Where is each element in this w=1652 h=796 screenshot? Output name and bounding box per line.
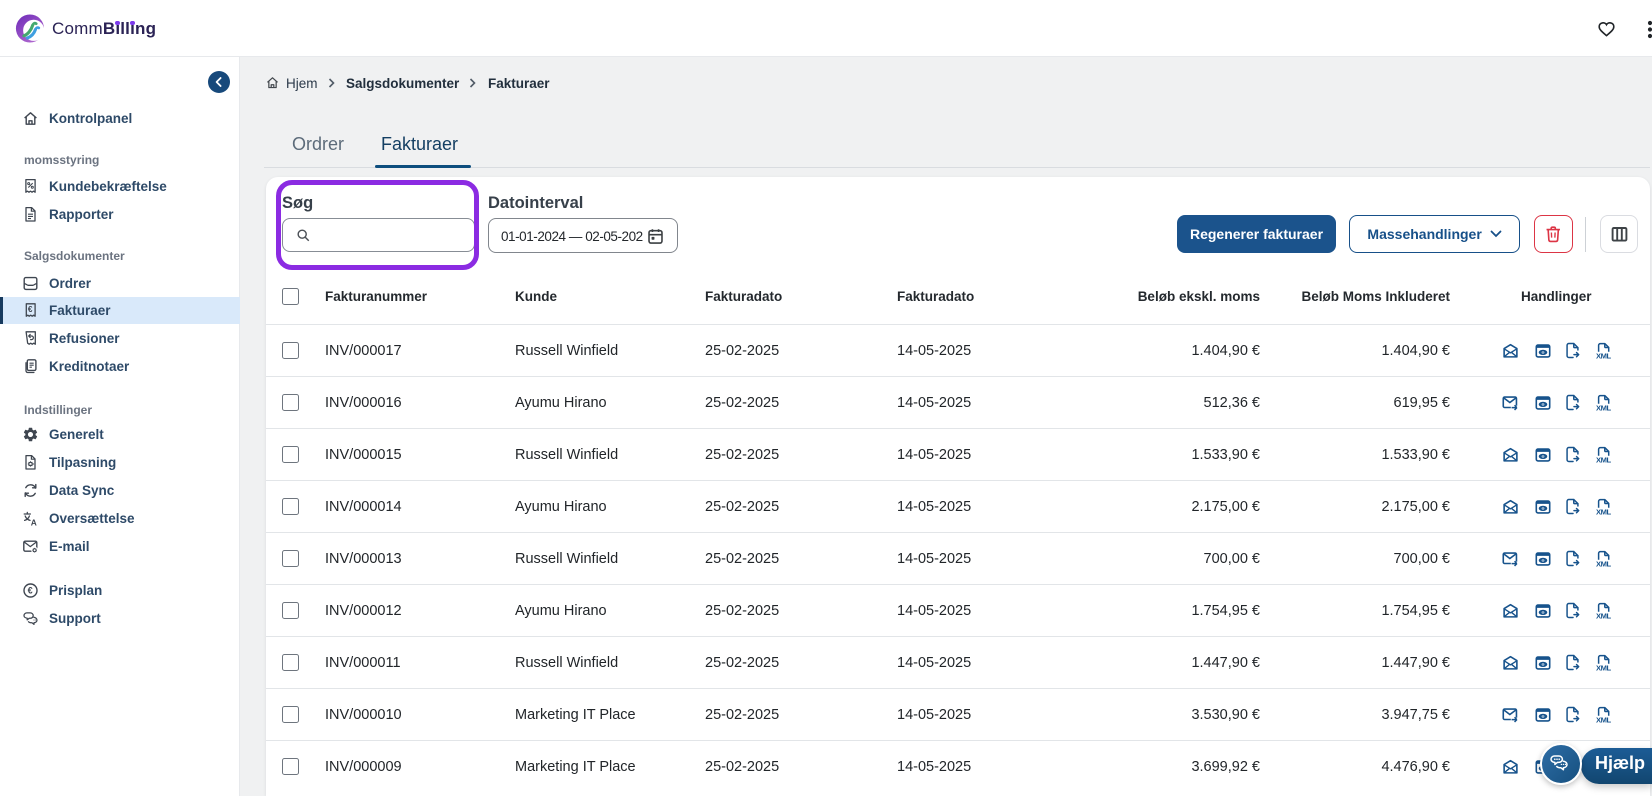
- svg-text:XML: XML: [1596, 559, 1612, 567]
- svg-text:€: €: [28, 586, 33, 596]
- svg-text:XML: XML: [1596, 403, 1612, 411]
- svg-text:XML: XML: [1596, 507, 1612, 515]
- svg-text:XML: XML: [1596, 351, 1612, 359]
- svg-text:XML: XML: [1596, 455, 1612, 463]
- svg-text:XML: XML: [1596, 715, 1612, 723]
- svg-text:XML: XML: [1596, 611, 1612, 619]
- svg-text:A: A: [31, 517, 37, 527]
- svg-text:€: €: [28, 305, 33, 314]
- svg-text:XML: XML: [1596, 663, 1612, 671]
